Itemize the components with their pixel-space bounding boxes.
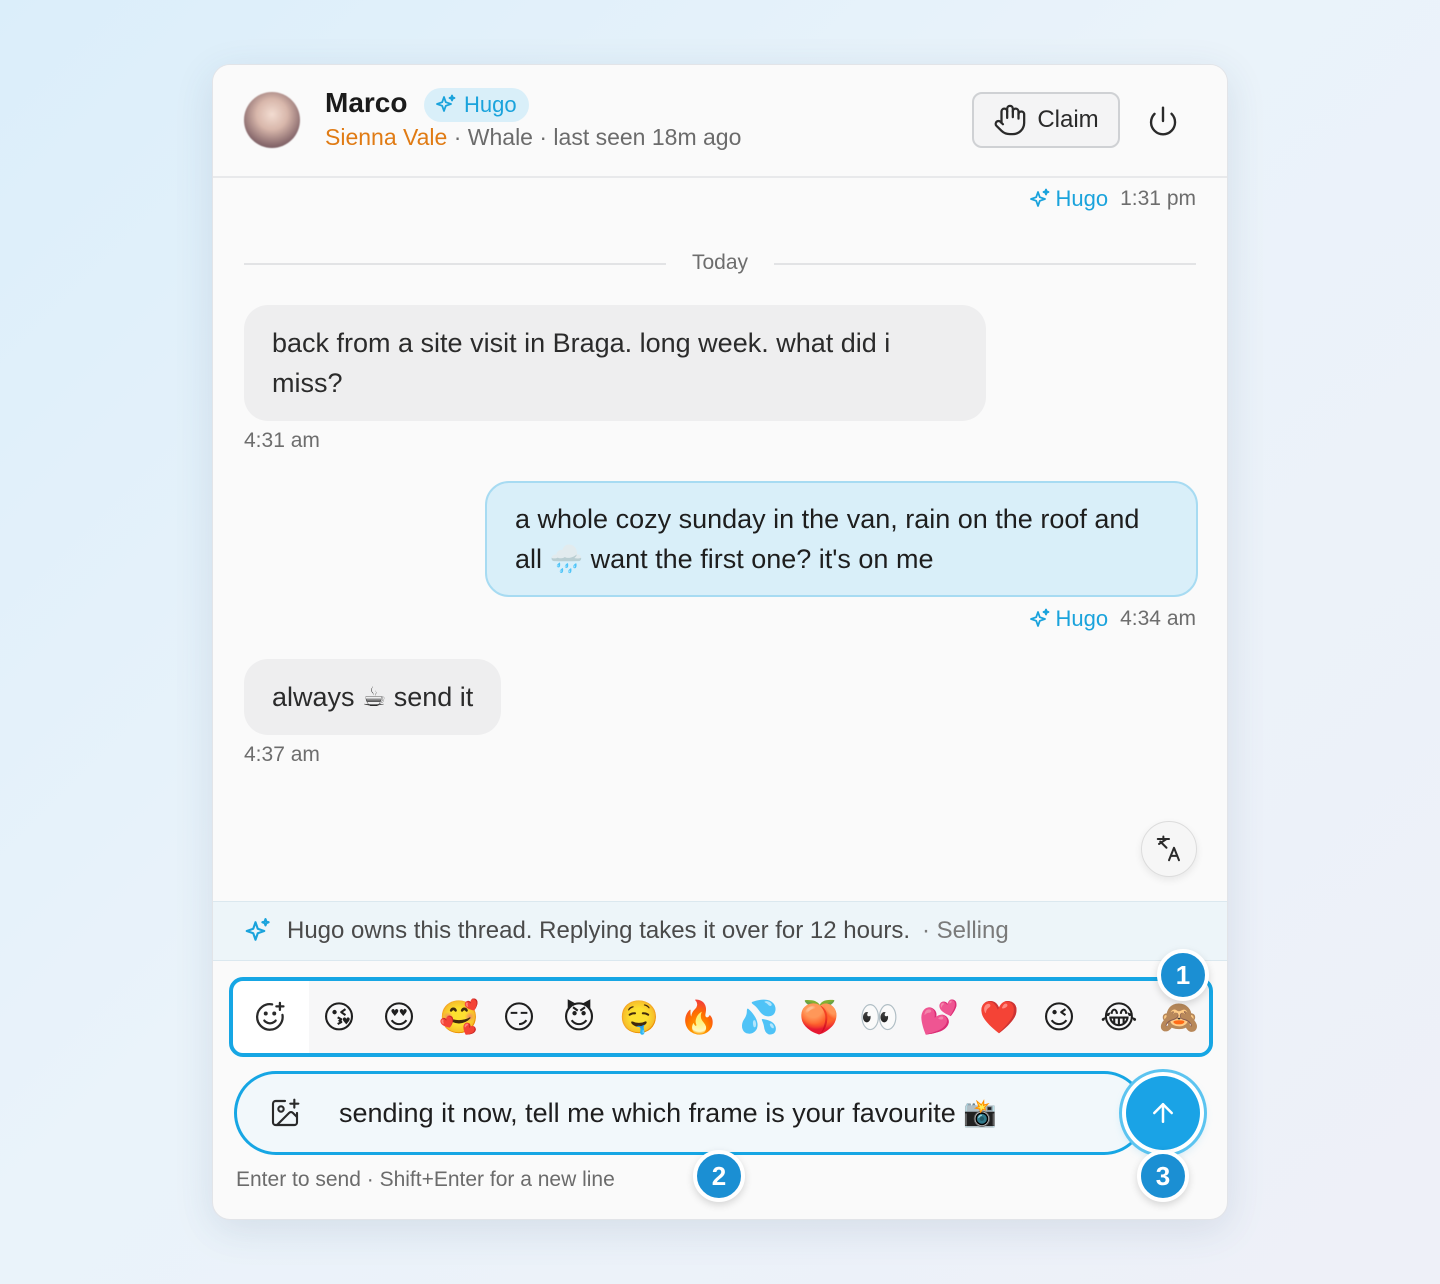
smiley-plus-icon bbox=[256, 1001, 285, 1031]
attach-image-button[interactable] bbox=[255, 1083, 315, 1143]
message-meta: Hugo 4:34 am bbox=[1028, 606, 1196, 632]
ownership-notice-text: Hugo owns this thread. Replying takes it… bbox=[287, 917, 910, 944]
annotation-badge-2: 2 bbox=[693, 1150, 745, 1202]
translate-icon bbox=[1156, 835, 1180, 862]
incoming-message: always ☕ send it bbox=[244, 659, 502, 735]
agent-tag-label: Hugo bbox=[1055, 606, 1109, 631]
emoji-option[interactable]: 😘 bbox=[309, 997, 369, 1037]
arrow-up-icon bbox=[1153, 1103, 1173, 1123]
emoji-option[interactable]: 😉 bbox=[1029, 997, 1089, 1037]
message-meta: Hugo 1:31 pm bbox=[1028, 186, 1196, 212]
contact-name: Marco bbox=[325, 87, 408, 118]
date-divider: Today bbox=[244, 251, 1196, 275]
contact-status: · Whale · last seen 18m ago bbox=[447, 124, 742, 150]
emoji-option[interactable]: 🍑 bbox=[789, 997, 849, 1037]
emoji-bar: 😘 😍 🥰 😏 😈 🤤 🔥 💦 🍑 👀 💕 ❤️ 😉 😂 🙈 bbox=[229, 977, 1213, 1057]
message-time: 4:37 am bbox=[244, 743, 320, 766]
annotation-badge-1: 1 bbox=[1157, 949, 1209, 1001]
emoji-option[interactable]: 🙈 bbox=[1149, 997, 1209, 1037]
ownership-notice: Hugo owns this thread. Replying takes it… bbox=[213, 901, 1227, 961]
image-plus-icon bbox=[271, 1098, 300, 1127]
emoji-option[interactable]: 💕 bbox=[909, 997, 969, 1037]
claim-label: Claim bbox=[1037, 106, 1099, 133]
emoji-option[interactable]: 😏 bbox=[489, 997, 549, 1037]
outgoing-message: a whole cozy sunday in the van, rain on … bbox=[485, 481, 1198, 597]
emoji-option[interactable]: 🥰 bbox=[429, 997, 489, 1037]
emoji-picker-button[interactable] bbox=[243, 987, 297, 1047]
incoming-message: back from a site visit in Braga. long we… bbox=[244, 305, 986, 421]
message-time: 4:31 am bbox=[244, 429, 320, 452]
agent-pill-label: Hugo bbox=[464, 92, 517, 117]
emoji-option[interactable]: 💦 bbox=[729, 997, 789, 1037]
agent-tag: Hugo bbox=[1028, 186, 1109, 212]
power-button[interactable] bbox=[1143, 101, 1183, 141]
emoji-option[interactable]: 😂 bbox=[1089, 997, 1149, 1037]
brand-name[interactable]: Sienna Vale bbox=[325, 124, 447, 150]
message-input[interactable]: sending it now, tell me which frame is y… bbox=[339, 1097, 997, 1129]
agent-pill: Hugo bbox=[424, 88, 529, 122]
agent-tag-label: Hugo bbox=[1055, 186, 1109, 211]
agent-tag: Hugo bbox=[1028, 606, 1109, 632]
avatar[interactable] bbox=[244, 92, 300, 148]
emoji-option[interactable]: ❤️ bbox=[969, 997, 1029, 1037]
emoji-option[interactable]: 🤤 bbox=[609, 997, 669, 1037]
emoji-list: 😘 😍 🥰 😏 😈 🤤 🔥 💦 🍑 👀 💕 ❤️ 😉 😂 🙈 bbox=[309, 981, 1209, 1053]
emoji-option[interactable]: 🔥 bbox=[669, 997, 729, 1037]
annotation-badge-3: 3 bbox=[1137, 1150, 1189, 1202]
sparkle-icon bbox=[436, 94, 456, 112]
sparkle-icon bbox=[245, 918, 270, 941]
send-button[interactable] bbox=[1126, 1076, 1200, 1150]
message-time: 1:31 pm bbox=[1120, 187, 1196, 210]
compose-hint: Enter to send · Shift+Enter for a new li… bbox=[236, 1168, 615, 1191]
compose-box[interactable]: sending it now, tell me which frame is y… bbox=[234, 1071, 1146, 1155]
claim-button[interactable]: Claim bbox=[972, 92, 1120, 148]
emoji-option[interactable]: 😍 bbox=[369, 997, 429, 1037]
notice-tag: · Selling bbox=[922, 917, 1009, 944]
sparkle-icon bbox=[1029, 188, 1049, 207]
power-icon bbox=[1149, 106, 1177, 136]
translate-button[interactable] bbox=[1141, 821, 1197, 877]
chat-header: Marco Hugo Sienna Vale · Whale · last se… bbox=[213, 65, 1227, 178]
chat-panel: Marco Hugo Sienna Vale · Whale · last se… bbox=[212, 64, 1228, 1220]
hand-icon bbox=[994, 104, 1026, 136]
sparkle-icon bbox=[1029, 608, 1049, 627]
contact-subtitle: Sienna Vale · Whale · last seen 18m ago bbox=[325, 124, 741, 151]
message-time: 4:34 am bbox=[1120, 607, 1196, 630]
emoji-option[interactable]: 👀 bbox=[849, 997, 909, 1037]
emoji-option[interactable]: 😈 bbox=[549, 997, 609, 1037]
